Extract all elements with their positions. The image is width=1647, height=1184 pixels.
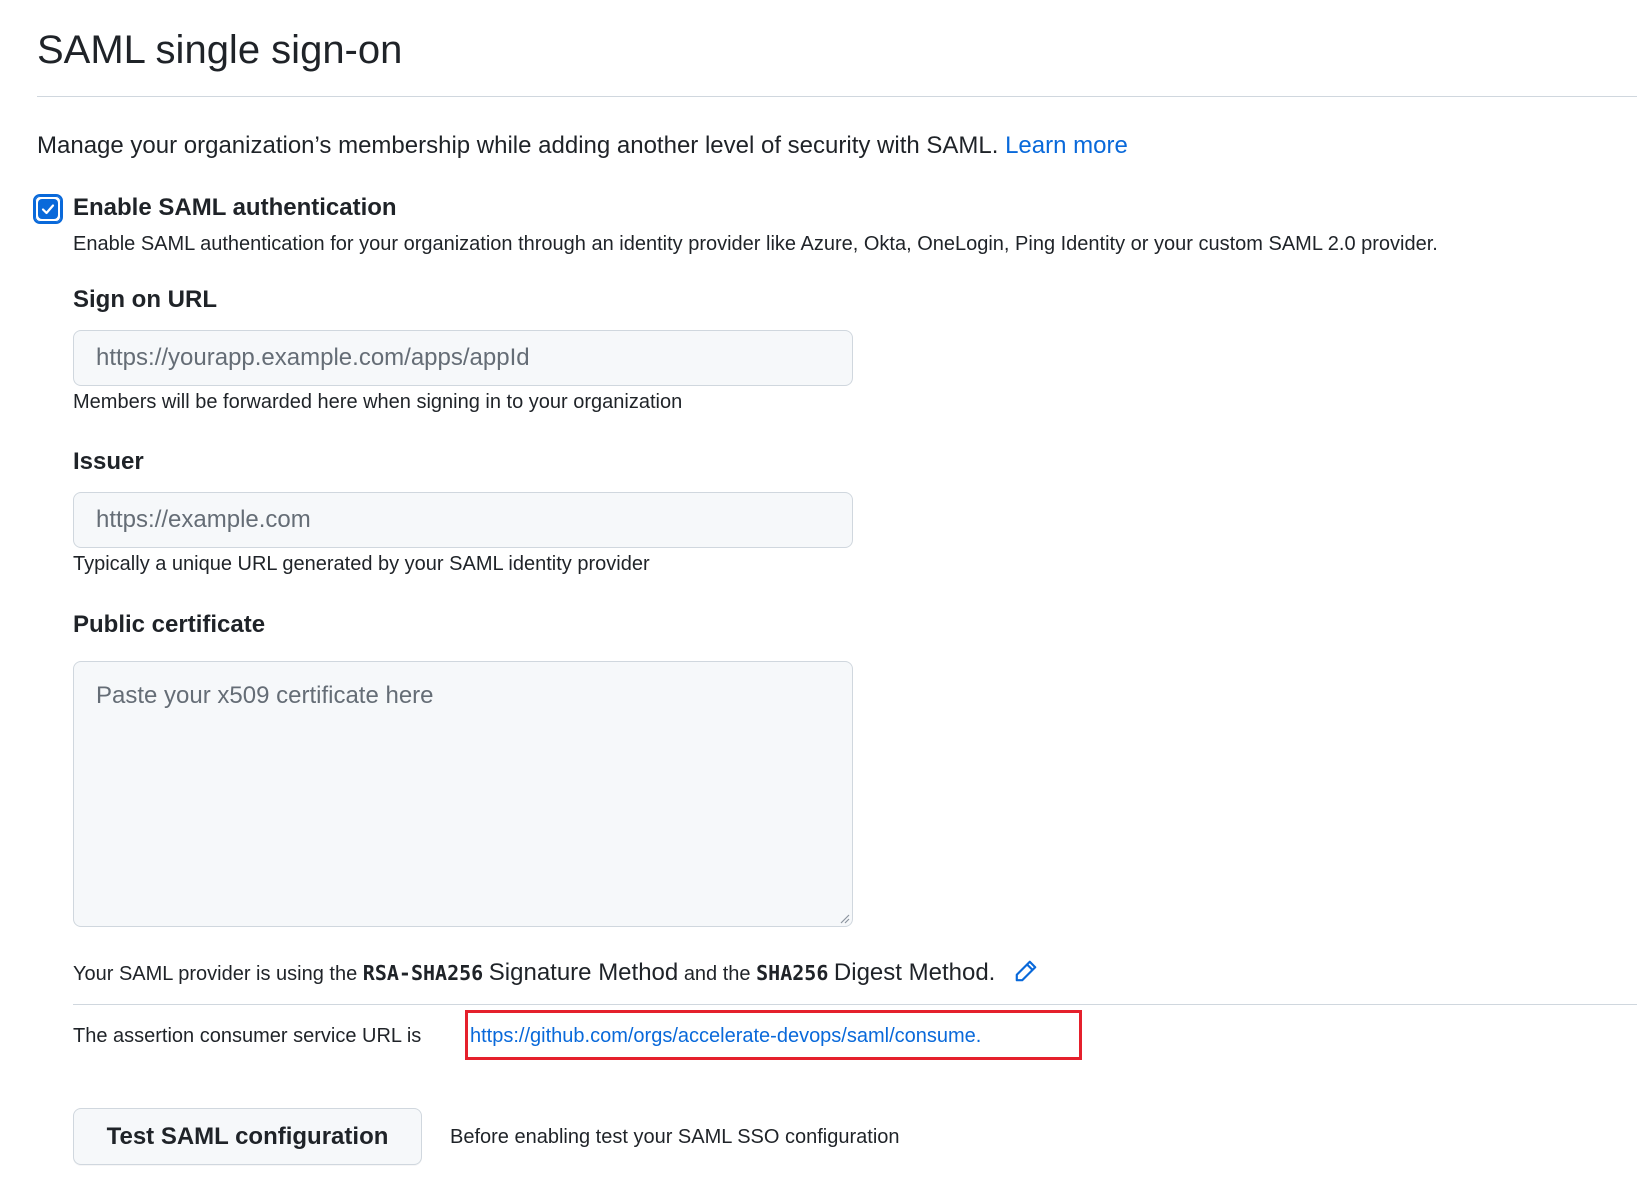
methods-prefix: Your SAML provider is using the <box>73 963 358 985</box>
digest-method-label: Digest Method. <box>833 959 996 986</box>
enable-saml-description: Enable SAML authentication for your orga… <box>73 233 1438 255</box>
signature-digest-method-text: Your SAML provider is using the RSA-SHA2… <box>73 956 1039 995</box>
sign-on-url-label: Sign on URL <box>73 286 217 313</box>
public-certificate-label: Public certificate <box>73 611 266 638</box>
intro-description: Manage your organization’s membership wh… <box>37 132 999 159</box>
acs-url-prefix: The assertion consumer service URL is <box>73 1025 422 1047</box>
pencil-icon[interactable] <box>1013 958 1039 995</box>
digest-method-value: SHA256 <box>756 961 829 985</box>
acs-url-link[interactable]: https://github.com/orgs/accelerate-devop… <box>470 1022 981 1050</box>
page-title: SAML single sign-on <box>37 28 403 72</box>
sign-on-url-input[interactable] <box>73 330 853 386</box>
test-saml-note: Before enabling test your SAML SSO confi… <box>450 1126 900 1148</box>
test-saml-configuration-button[interactable]: Test SAML configuration <box>73 1108 422 1165</box>
checkmark-icon <box>38 199 58 219</box>
enable-saml-label[interactable]: Enable SAML authentication <box>73 192 397 224</box>
title-divider <box>37 96 1637 97</box>
enable-saml-checkbox[interactable] <box>33 194 63 224</box>
resize-grip-icon[interactable] <box>838 912 850 924</box>
section-divider <box>73 1004 1637 1005</box>
issuer-help: Typically a unique URL generated by your… <box>73 553 650 575</box>
issuer-input[interactable] <box>73 492 853 548</box>
intro-text: Manage your organization’s membership wh… <box>37 130 1128 162</box>
issuer-label: Issuer <box>73 448 144 475</box>
learn-more-link[interactable]: Learn more <box>1005 132 1128 159</box>
signature-method-label: Signature Method <box>488 959 679 986</box>
methods-and-the: and the <box>683 963 751 985</box>
public-certificate-textarea[interactable] <box>73 661 853 927</box>
signature-method-value: RSA-SHA256 <box>362 961 484 985</box>
sign-on-url-help: Members will be forwarded here when sign… <box>73 391 683 413</box>
